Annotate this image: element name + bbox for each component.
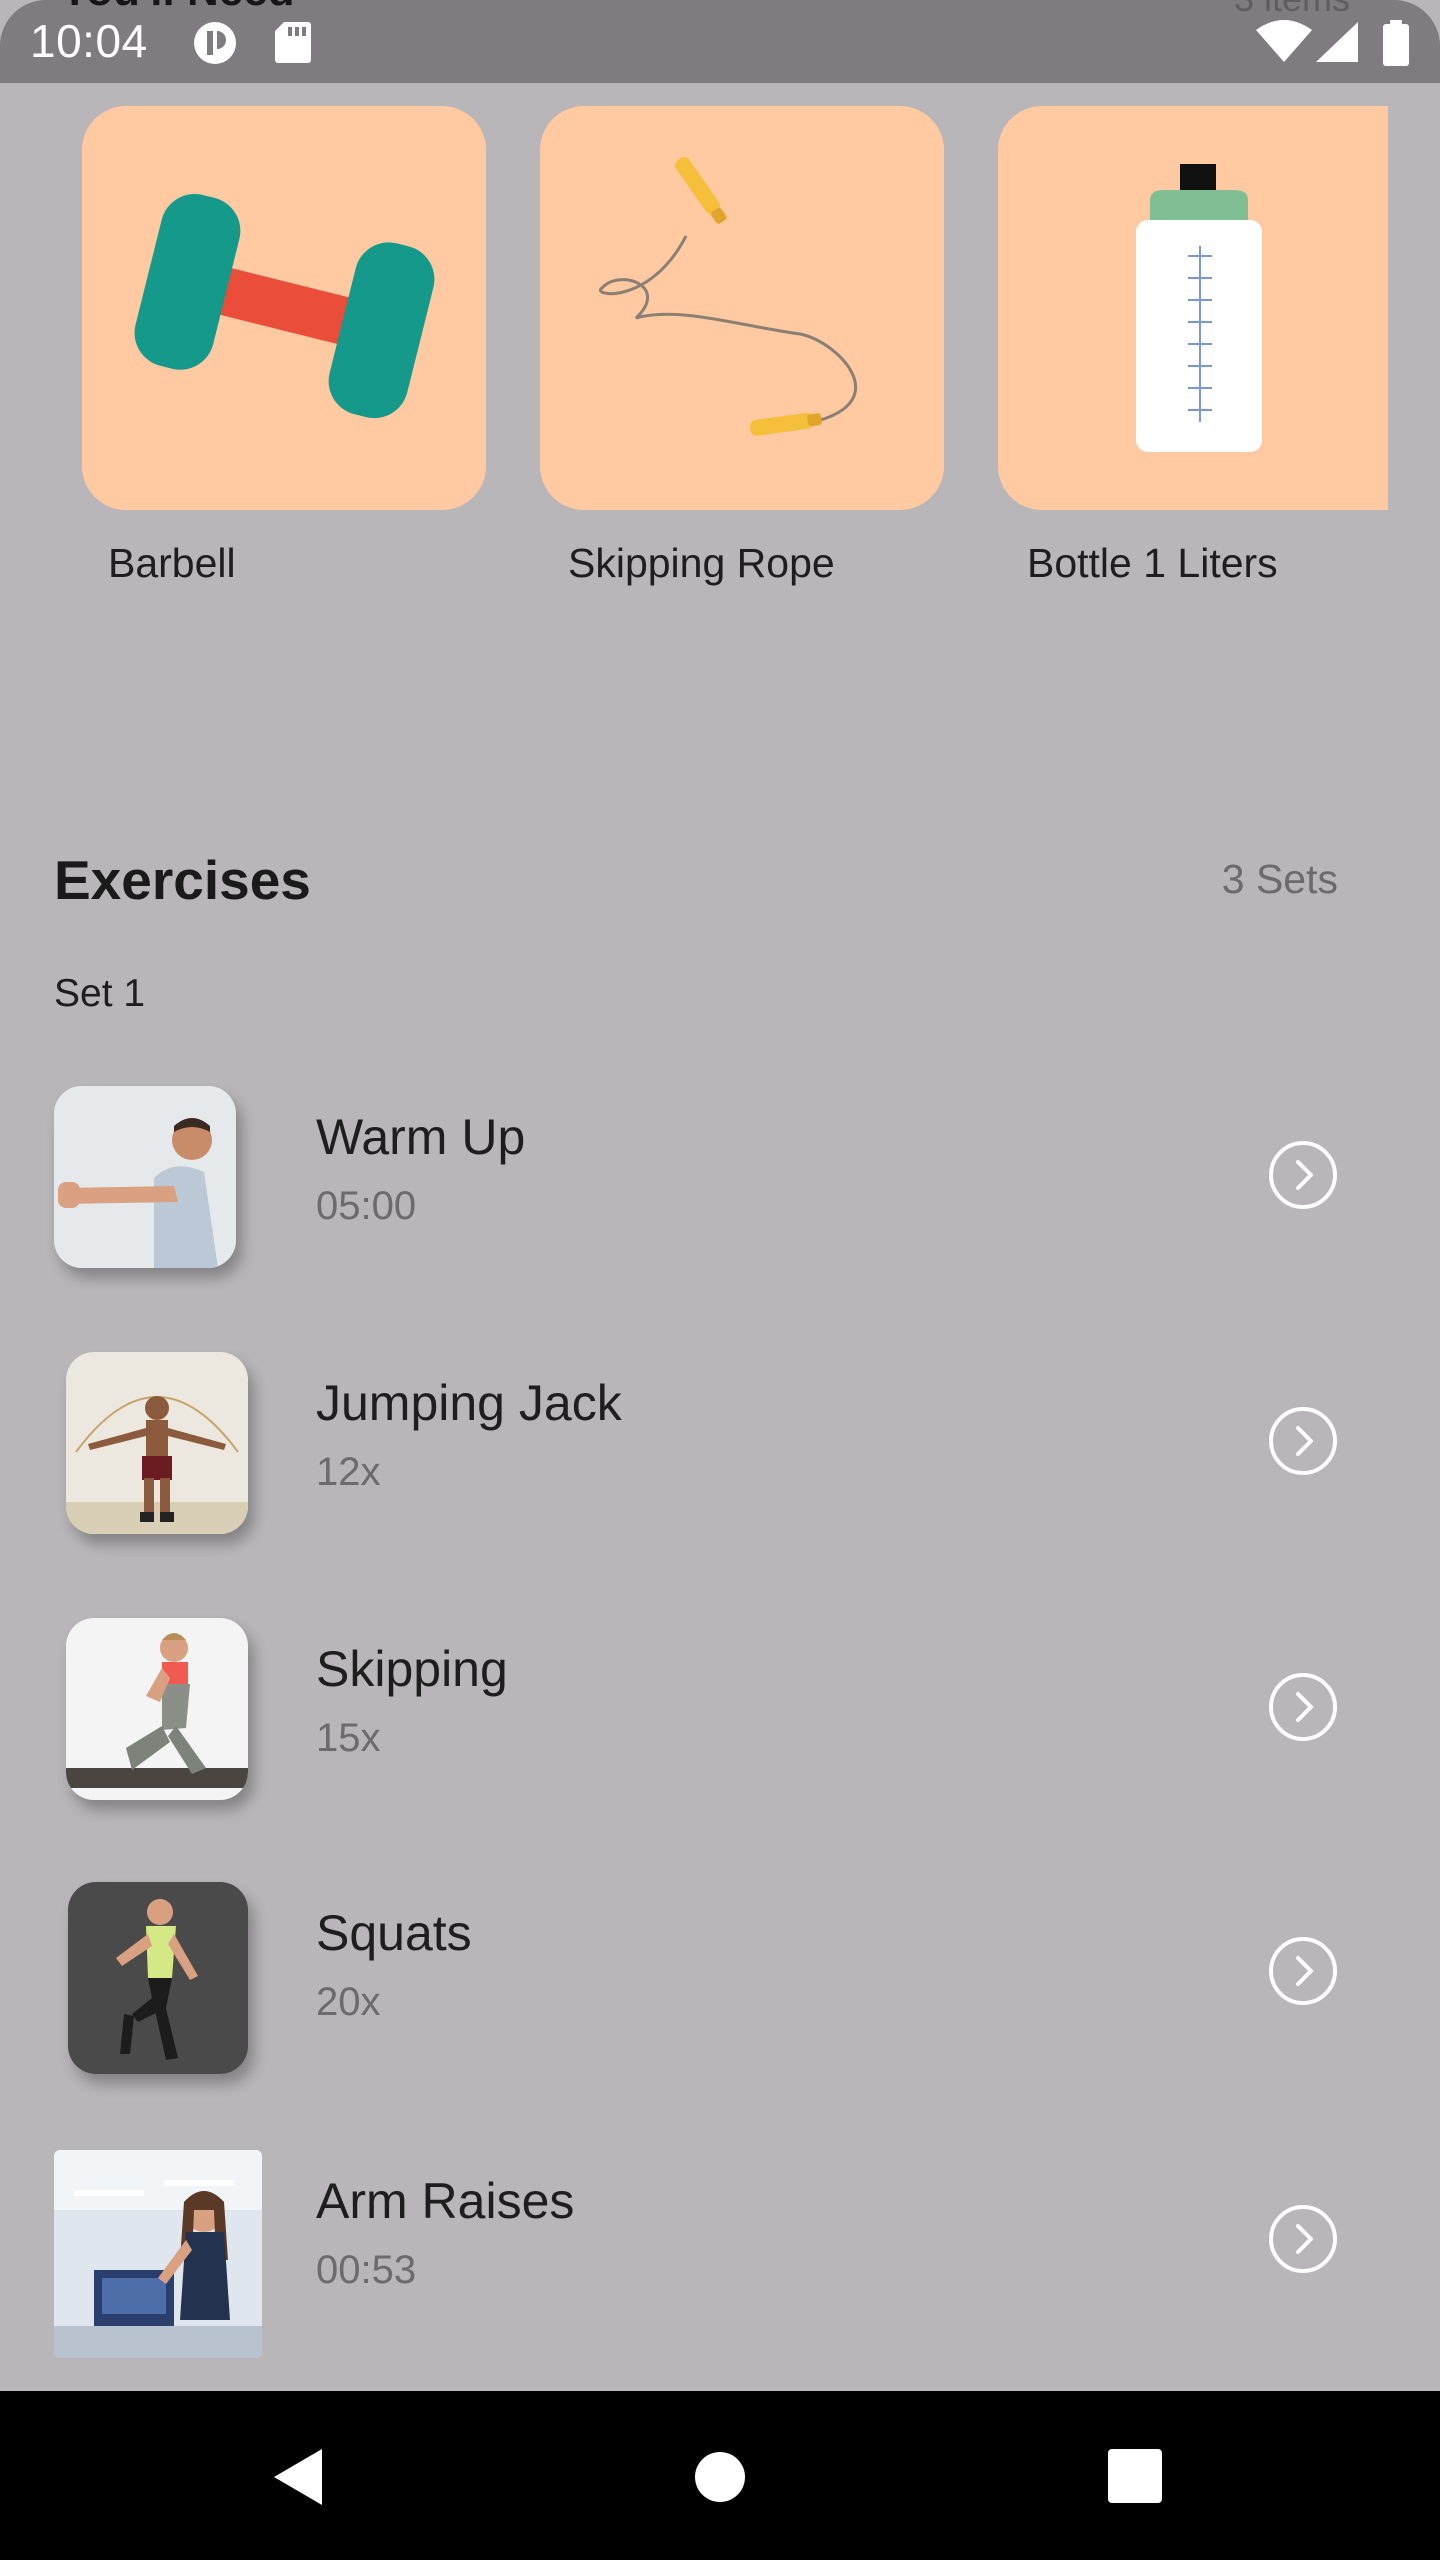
- exercise-row-skipping[interactable]: Skipping 15x: [0, 1618, 1440, 1818]
- exercise-thumbnail: [54, 2150, 262, 2358]
- equipment-label-barbell: Barbell: [108, 540, 236, 586]
- sd-card-icon: [275, 22, 311, 63]
- dumbbell-icon: [134, 194, 435, 419]
- exercises-title: Exercises: [54, 849, 311, 911]
- exercise-row-warm-up[interactable]: Warm Up 05:00: [0, 1086, 1440, 1286]
- chevron-right-icon[interactable]: [1268, 1936, 1338, 2006]
- skipping-rope-icon: [598, 157, 857, 436]
- sync-icon: [194, 22, 236, 64]
- chevron-right-icon[interactable]: [1268, 1406, 1338, 1476]
- exercise-reps: 12x: [316, 1450, 381, 1494]
- water-bottle-icon: [1136, 164, 1262, 452]
- exercise-thumbnail: [66, 1352, 248, 1534]
- exercise-name: Jumping Jack: [316, 1375, 622, 1431]
- exercise-name: Arm Raises: [316, 2173, 575, 2229]
- equipment-label-bottle: Bottle 1 Liters: [1027, 540, 1278, 586]
- wifi-icon: [1256, 20, 1312, 62]
- back-icon[interactable]: [270, 2447, 326, 2507]
- status-bar: You'll Need 3 items 10:04: [0, 0, 1440, 83]
- chevron-right-icon[interactable]: [1268, 2204, 1338, 2274]
- recents-icon[interactable]: [1108, 2449, 1162, 2503]
- navigation-bar: [0, 2391, 1440, 2560]
- battery-icon: [1383, 20, 1409, 66]
- exercise-row-jumping-jack[interactable]: Jumping Jack 12x: [0, 1352, 1440, 1552]
- exercise-reps: 20x: [316, 1980, 381, 2024]
- exercise-duration: 00:53: [316, 2248, 417, 2292]
- chevron-right-icon[interactable]: [1268, 1140, 1338, 1210]
- equipment-label-skipping-rope: Skipping Rope: [568, 540, 835, 586]
- status-time: 10:04: [30, 15, 148, 67]
- home-icon[interactable]: [694, 2451, 746, 2503]
- exercise-thumbnail: [66, 1618, 248, 1800]
- chevron-right-icon[interactable]: [1268, 1672, 1338, 1742]
- equipment-card-skipping-rope[interactable]: [540, 106, 944, 510]
- exercise-thumbnail: [68, 1882, 248, 2074]
- exercise-reps: 15x: [316, 1716, 381, 1760]
- exercise-row-squats[interactable]: Squats 20x: [0, 1882, 1440, 2082]
- exercise-name: Squats: [316, 1905, 472, 1961]
- exercise-name: Skipping: [316, 1641, 508, 1697]
- signal-icon: [1316, 22, 1358, 62]
- equipment-card-bottle[interactable]: [998, 106, 1388, 510]
- equipment-card-barbell[interactable]: [82, 106, 486, 510]
- peek-section-count: 3 items: [1234, 0, 1350, 20]
- set-label: Set 1: [54, 972, 146, 1015]
- exercise-duration: 05:00: [316, 1184, 417, 1228]
- exercise-thumbnail: [54, 1086, 236, 1268]
- exercise-name: Warm Up: [316, 1109, 526, 1165]
- sets-count: 3 Sets: [1221, 856, 1338, 902]
- exercise-row-arm-raises[interactable]: Arm Raises 00:53: [0, 2150, 1440, 2358]
